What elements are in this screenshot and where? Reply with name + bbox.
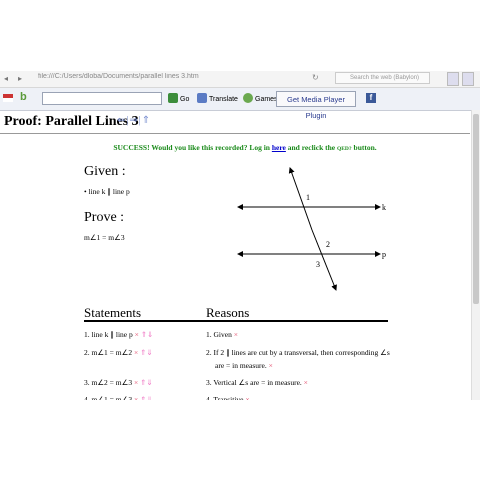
delete-step-icon[interactable]: ×: [135, 330, 139, 339]
delete-step-icon[interactable]: ×: [134, 348, 138, 357]
table-row: 3. m∠2 = m∠3 × ⇑⇓: [84, 378, 153, 387]
delete-reason-icon[interactable]: ×: [234, 330, 238, 339]
title-divider: [0, 133, 470, 134]
scrollbar-thumb[interactable]: [473, 114, 479, 304]
browser-toolbar: b Go Translate Games Get Media Player Pl…: [0, 88, 480, 120]
qed-label: QED?: [336, 146, 352, 152]
translate-button[interactable]: Translate: [197, 93, 238, 105]
proof-nav-arrows[interactable]: ⇐|⇒|⇑: [117, 115, 151, 126]
delete-reason-icon[interactable]: ×: [304, 378, 308, 387]
table-reason: 3. Vertical ∠s are = in measure. ×: [206, 378, 308, 387]
vertical-scrollbar[interactable]: [471, 110, 480, 400]
table-row: 1. line k ∥ line p × ⇑⇓: [84, 330, 154, 339]
angle-3-label: 3: [316, 260, 320, 269]
prove-item: m∠1 = m∠3: [84, 233, 125, 242]
forward-icon[interactable]: ▸: [18, 74, 22, 83]
given-heading: Given :: [84, 164, 126, 179]
login-link[interactable]: here: [272, 143, 286, 152]
games-button[interactable]: Games: [243, 93, 278, 105]
move-step-arrows-icon[interactable]: ⇑⇓: [141, 330, 154, 339]
go-icon: [168, 93, 178, 103]
search-input[interactable]: Search the web (Babylon): [335, 72, 430, 84]
angle-1-label: 1: [306, 193, 310, 202]
reasons-header: Reasons: [206, 305, 250, 320]
go-button[interactable]: Go: [168, 93, 189, 105]
facebook-icon[interactable]: f: [366, 93, 376, 103]
address-bar: ◂ ▸ file:///C:/Users/dloba/Documents/par…: [0, 71, 480, 88]
prove-heading: Prove :: [84, 210, 125, 225]
babylon-logo-icon[interactable]: b: [20, 91, 27, 103]
toolbar-search-field[interactable]: [42, 92, 162, 105]
success-message: SUCCESS! Would you like this recorded? L…: [113, 143, 377, 152]
table-row: 2. m∠1 = m∠2 × ⇑⇓: [84, 348, 153, 357]
delete-reason-icon[interactable]: ×: [269, 361, 273, 370]
table-reason: 2. If 2 ∥ lines are cut by a transversal…: [206, 348, 390, 357]
back-icon[interactable]: ◂: [4, 74, 8, 83]
move-step-arrows-icon[interactable]: ⇑⇓: [140, 348, 153, 357]
media-player-plugin-button[interactable]: Get Media Player Plugin: [276, 91, 356, 120]
line-k-label: k: [382, 203, 386, 212]
table-header-rule: [84, 320, 388, 322]
delete-step-icon[interactable]: ×: [134, 378, 138, 387]
home-icon[interactable]: [447, 72, 459, 86]
line-p-label: p: [382, 250, 386, 259]
table-reason-continued: are = in measure. ×: [215, 361, 273, 370]
angle-2-label: 2: [326, 240, 330, 249]
parallel-lines-diagram: 1 2 3 k p: [237, 167, 386, 291]
blank-area: [0, 400, 480, 480]
statements-header: Statements: [84, 305, 142, 320]
games-icon: [243, 93, 253, 103]
translate-icon: [197, 93, 207, 103]
move-step-arrows-icon[interactable]: ⇑⇓: [140, 378, 153, 387]
given-item: • line k ∥ line p: [84, 187, 130, 196]
bookmarks-icon[interactable]: [462, 72, 474, 86]
refresh-icon[interactable]: ↻: [312, 73, 319, 82]
url-field[interactable]: file:///C:/Users/dloba/Documents/paralle…: [38, 73, 308, 83]
table-reason: 1. Given ×: [206, 330, 238, 339]
flag-icon[interactable]: [3, 94, 13, 102]
